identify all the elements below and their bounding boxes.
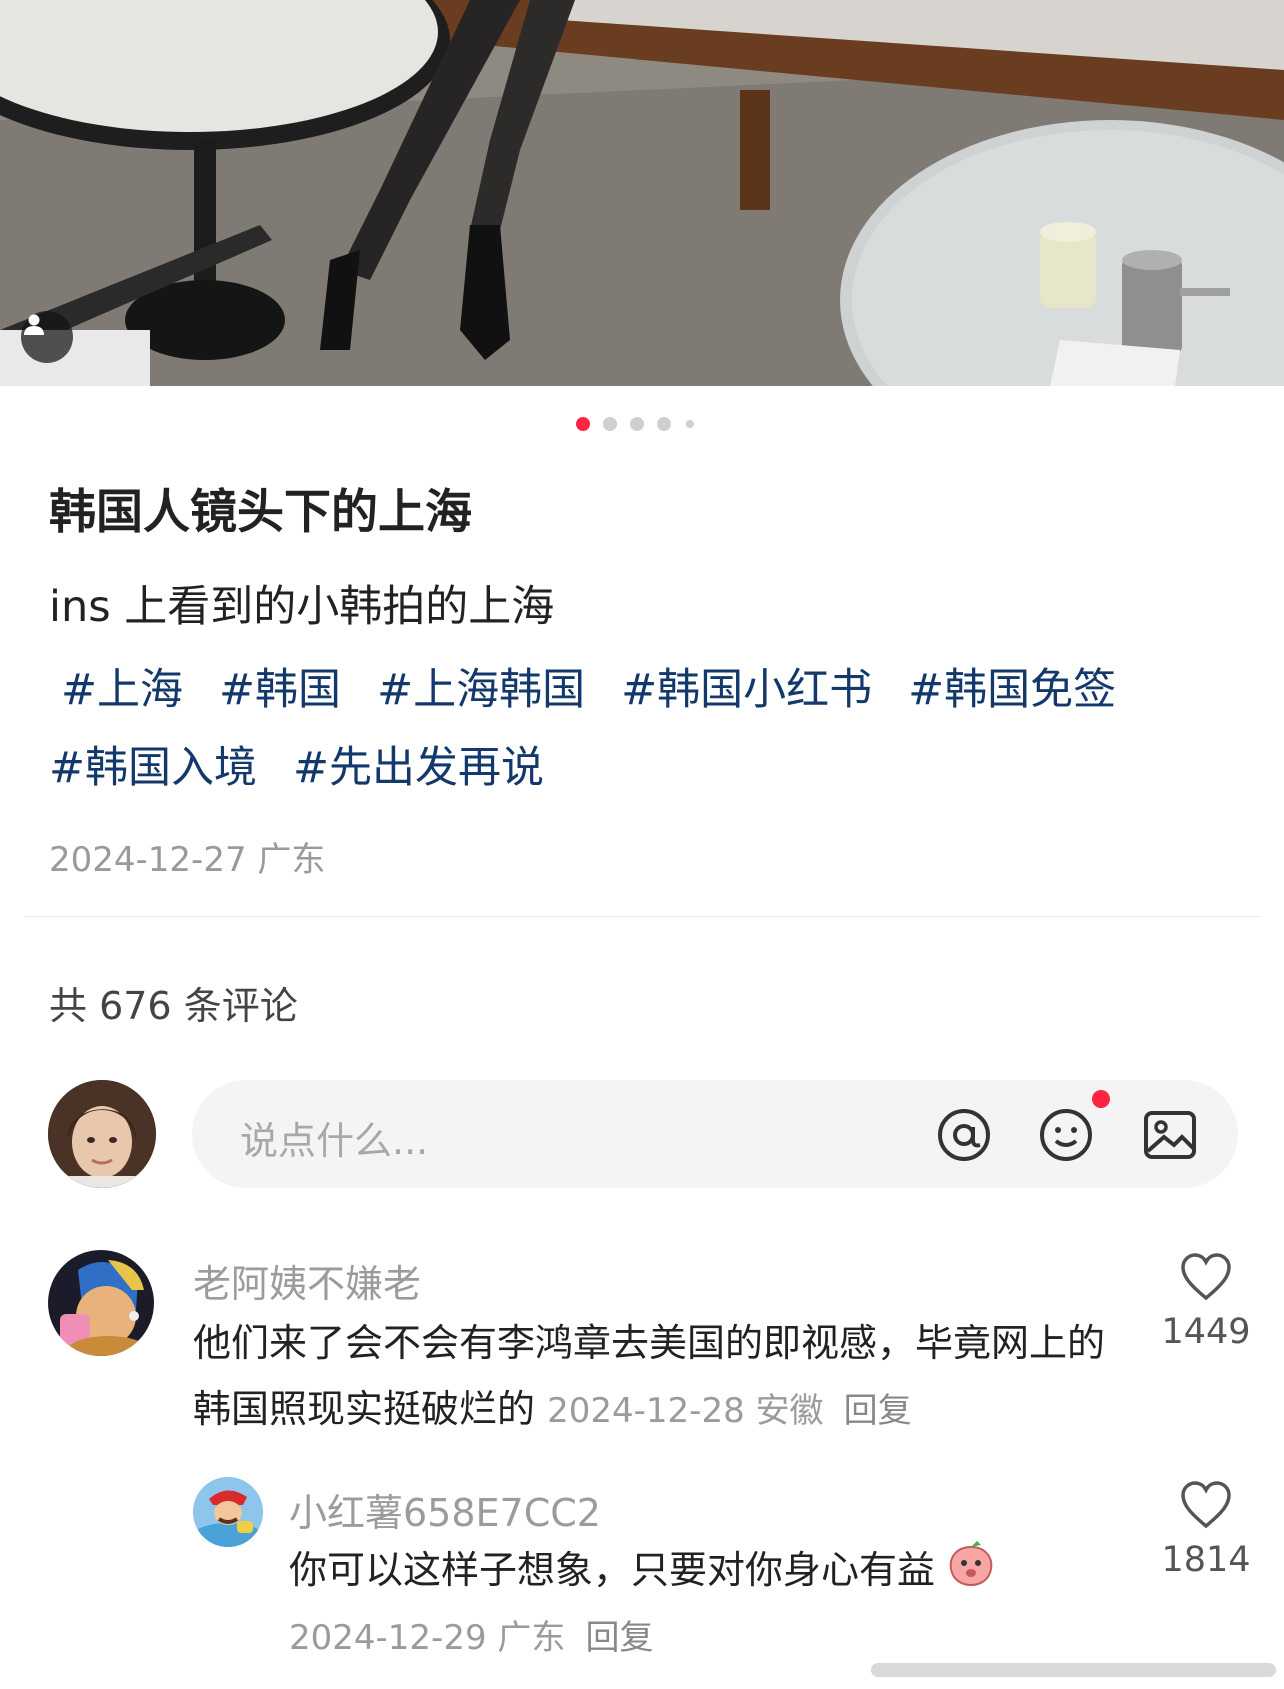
image-icon[interactable] — [1142, 1107, 1198, 1163]
comment-body: 你可以这样子想象，只要对你身心有益 — [289, 1537, 1069, 1607]
notification-dot — [1092, 1090, 1110, 1108]
hashtag-link[interactable]: #上海韩国 — [377, 665, 585, 715]
hashtag-link[interactable]: #韩国入境 — [49, 743, 257, 793]
emoji-icon[interactable] — [1038, 1107, 1094, 1163]
reply-button[interactable]: 回复 — [844, 1391, 912, 1431]
comment-username[interactable]: 老阿姨不嫌老 — [193, 1253, 421, 1308]
at-icon[interactable] — [936, 1107, 992, 1163]
person-icon — [24, 314, 44, 335]
hashtag-link[interactable]: #韩国小红书 — [621, 665, 872, 715]
like-count: 1449 — [1161, 1312, 1251, 1352]
hashtag-list: #上海 #韩国 #上海韩国 #韩国小红书 #韩国免签 #韩国入境 #先出发再说 — [49, 651, 1239, 807]
like-count: 1814 — [1161, 1540, 1251, 1580]
post-image[interactable] — [0, 0, 1284, 386]
hashtag-link[interactable]: #韩国 — [219, 665, 341, 715]
comment-meta: 2024-12-29 广东 回复 — [289, 1603, 1069, 1671]
like-button[interactable]: 1814 — [1156, 1480, 1256, 1580]
comment-time: 2024-12-29 广东 — [289, 1618, 566, 1658]
comment-body: 他们来了会不会有李鸿章去美国的即视感，毕竟网上的韩国照现实挺破烂的 2024-1… — [193, 1310, 1123, 1444]
peach-emoji-icon — [947, 1539, 995, 1607]
hashtag-link[interactable]: #先出发再说 — [293, 743, 544, 793]
comment-input-placeholder: 说点什么... — [240, 1119, 429, 1163]
divider — [24, 916, 1260, 917]
comment-time: 2024-12-28 安徽 — [547, 1391, 824, 1431]
heart-icon — [1181, 1253, 1231, 1301]
comment-count: 共 676 条评论 — [49, 984, 298, 1028]
hashtag-link[interactable]: #韩国免签 — [908, 665, 1116, 715]
comment-text: 你可以这样子想象，只要对你身心有益 — [289, 1548, 936, 1592]
author-avatar-badge[interactable] — [21, 311, 73, 363]
image-pager — [0, 417, 1284, 433]
my-avatar — [48, 1080, 156, 1188]
hashtag-link[interactable]: #上海 — [61, 665, 183, 715]
pager-dot — [630, 417, 644, 431]
home-indicator[interactable] — [871, 1663, 1276, 1677]
comment-username[interactable]: 小红薯658E7CC2 — [289, 1482, 601, 1537]
pager-dot — [603, 417, 617, 431]
post-description: ins 上看到的小韩拍的上海 — [49, 582, 555, 632]
like-button[interactable]: 1449 — [1156, 1252, 1256, 1352]
pager-dot — [686, 420, 694, 428]
pager-dot — [657, 417, 671, 431]
pager-dot-active — [576, 417, 590, 431]
commenter-avatar[interactable] — [193, 1477, 263, 1547]
photo-illustration — [0, 0, 1284, 386]
comment-input[interactable]: 说点什么... — [192, 1080, 1238, 1188]
post-title: 韩国人镜头下的上海 — [49, 485, 472, 540]
post-date-location: 2024-12-27 广东 — [49, 840, 326, 880]
commenter-avatar[interactable] — [48, 1250, 154, 1356]
heart-icon — [1181, 1481, 1231, 1529]
reply-button[interactable]: 回复 — [586, 1618, 654, 1658]
